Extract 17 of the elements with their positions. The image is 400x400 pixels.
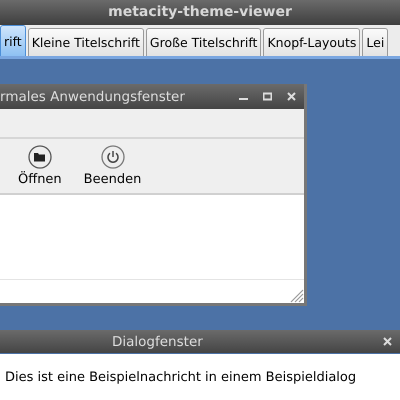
dialog-message: Dies ist eine Beispielnachricht in einem Beispieldialog	[5, 370, 356, 384]
resize-grip-icon[interactable]	[288, 287, 304, 303]
toolbar-button[interactable]: Beenden	[80, 139, 146, 193]
toolbar-button[interactable]: Öffnen	[14, 139, 66, 193]
dialog-title: Dialogfenster	[112, 334, 204, 350]
window-title: rmales Anwendungsfenster	[0, 88, 186, 104]
tab[interactable]: Kleine Titelschrift	[28, 28, 144, 56]
maximize-icon[interactable]	[263, 92, 272, 101]
tab[interactable]: Knopf-Layouts	[263, 28, 360, 56]
tab[interactable]: rift	[0, 25, 26, 56]
close-icon[interactable]	[383, 337, 392, 346]
tab[interactable]: Große Titelschrift	[146, 28, 262, 56]
window-title: metacity-theme-viewer	[108, 4, 292, 20]
close-icon[interactable]	[287, 92, 296, 101]
folder-icon	[28, 145, 52, 169]
power-icon	[100, 145, 124, 169]
tab[interactable]: Lei	[362, 28, 388, 56]
